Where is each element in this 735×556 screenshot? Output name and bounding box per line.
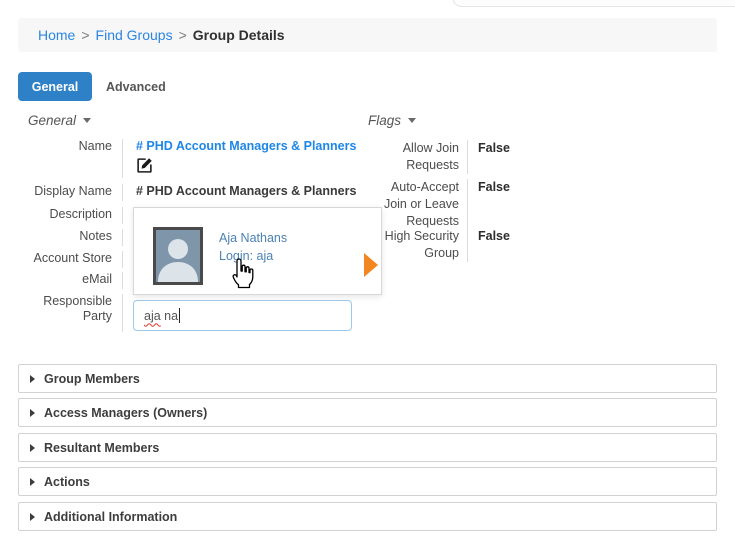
tab-general[interactable]: General bbox=[18, 72, 92, 101]
responsible-party-label: Responsible Party bbox=[18, 294, 122, 332]
accordion-group-members[interactable]: Group Members bbox=[18, 364, 717, 393]
field-row-account-store: Account Store bbox=[18, 251, 136, 268]
general-section-title: General bbox=[28, 113, 76, 128]
accordion-title: Resultant Members bbox=[44, 441, 159, 455]
flag-row-auto-accept: Auto-Accept Join or Leave Requests False bbox=[368, 179, 608, 230]
general-section-header[interactable]: General bbox=[28, 113, 91, 128]
suggestion-user-name: Aja Nathans bbox=[219, 231, 287, 245]
chevron-down-icon bbox=[83, 118, 91, 123]
field-row-email: eMail bbox=[18, 272, 136, 289]
input-text-rest: na bbox=[161, 309, 178, 323]
chevron-right-icon bbox=[30, 444, 35, 452]
accordion-title: Group Members bbox=[44, 372, 140, 386]
breadcrumb: Home > Find Groups > Group Details bbox=[18, 18, 717, 52]
chevron-down-icon bbox=[408, 118, 416, 123]
breadcrumb-find-groups-link[interactable]: Find Groups bbox=[96, 27, 173, 43]
hand-pointer-cursor bbox=[230, 257, 254, 294]
high-security-group-value: False bbox=[467, 228, 510, 262]
accordion-additional-information[interactable]: Additional Information bbox=[18, 502, 717, 531]
allow-join-requests-label: Allow Join Requests bbox=[368, 140, 467, 174]
tab-advanced[interactable]: Advanced bbox=[106, 72, 166, 101]
chevron-right-icon bbox=[30, 409, 35, 417]
chevron-right-icon bbox=[30, 375, 35, 383]
email-label: eMail bbox=[18, 272, 122, 289]
user-suggestion-popup[interactable]: Aja Nathans Login: aja bbox=[133, 207, 382, 295]
group-details-page: Home > Find Groups > Group Details Gener… bbox=[0, 0, 735, 556]
field-row-display-name: Display Name # PHD Account Managers & Pl… bbox=[18, 184, 356, 201]
accordion-title: Additional Information bbox=[44, 510, 177, 524]
flag-row-allow-join: Allow Join Requests False bbox=[368, 140, 608, 174]
accordion-access-managers[interactable]: Access Managers (Owners) bbox=[18, 398, 717, 427]
auto-accept-value: False bbox=[467, 179, 510, 230]
edit-pencil-square-icon[interactable] bbox=[136, 157, 153, 178]
display-name-label: Display Name bbox=[18, 184, 122, 201]
chevron-right-icon bbox=[30, 513, 35, 521]
high-security-group-label: Is High Security Group bbox=[368, 228, 467, 262]
responsible-party-input[interactable]: aja na bbox=[133, 300, 352, 331]
group-name-link[interactable]: # PHD Account Managers & Planners bbox=[136, 139, 356, 154]
accordion-resultant-members[interactable]: Resultant Members bbox=[18, 433, 717, 462]
accordion-title: Access Managers (Owners) bbox=[44, 406, 207, 420]
cutoff-popup-remnant bbox=[452, 0, 735, 7]
breadcrumb-separator: > bbox=[81, 27, 89, 43]
flags-section-title: Flags bbox=[368, 113, 401, 128]
flags-section-header[interactable]: Flags bbox=[368, 113, 416, 128]
accordion-actions[interactable]: Actions bbox=[18, 467, 717, 496]
notes-label: Notes bbox=[18, 229, 122, 246]
allow-join-requests-value: False bbox=[467, 140, 510, 174]
auto-accept-label: Auto-Accept Join or Leave Requests bbox=[368, 179, 467, 230]
breadcrumb-home-link[interactable]: Home bbox=[38, 27, 75, 43]
account-store-label: Account Store bbox=[18, 251, 122, 268]
chevron-right-icon bbox=[30, 478, 35, 486]
input-text-misspelled: aja bbox=[144, 309, 161, 323]
name-label: Name bbox=[18, 139, 122, 178]
breadcrumb-current-page: Group Details bbox=[193, 27, 285, 43]
person-silhouette-icon bbox=[153, 227, 203, 285]
field-row-name: Name # PHD Account Managers & Planners bbox=[18, 139, 356, 178]
display-name-value: # PHD Account Managers & Planners bbox=[122, 184, 356, 201]
description-label: Description bbox=[18, 207, 122, 224]
text-caret bbox=[179, 308, 180, 323]
breadcrumb-separator: > bbox=[179, 27, 187, 43]
field-row-description: Description bbox=[18, 207, 136, 224]
accordion-title: Actions bbox=[44, 475, 90, 489]
field-row-notes: Notes bbox=[18, 229, 136, 246]
expand-right-arrow-icon[interactable] bbox=[364, 253, 378, 277]
field-row-responsible-party: Responsible Party bbox=[18, 294, 136, 332]
flag-row-high-security: Is High Security Group False bbox=[368, 228, 608, 262]
